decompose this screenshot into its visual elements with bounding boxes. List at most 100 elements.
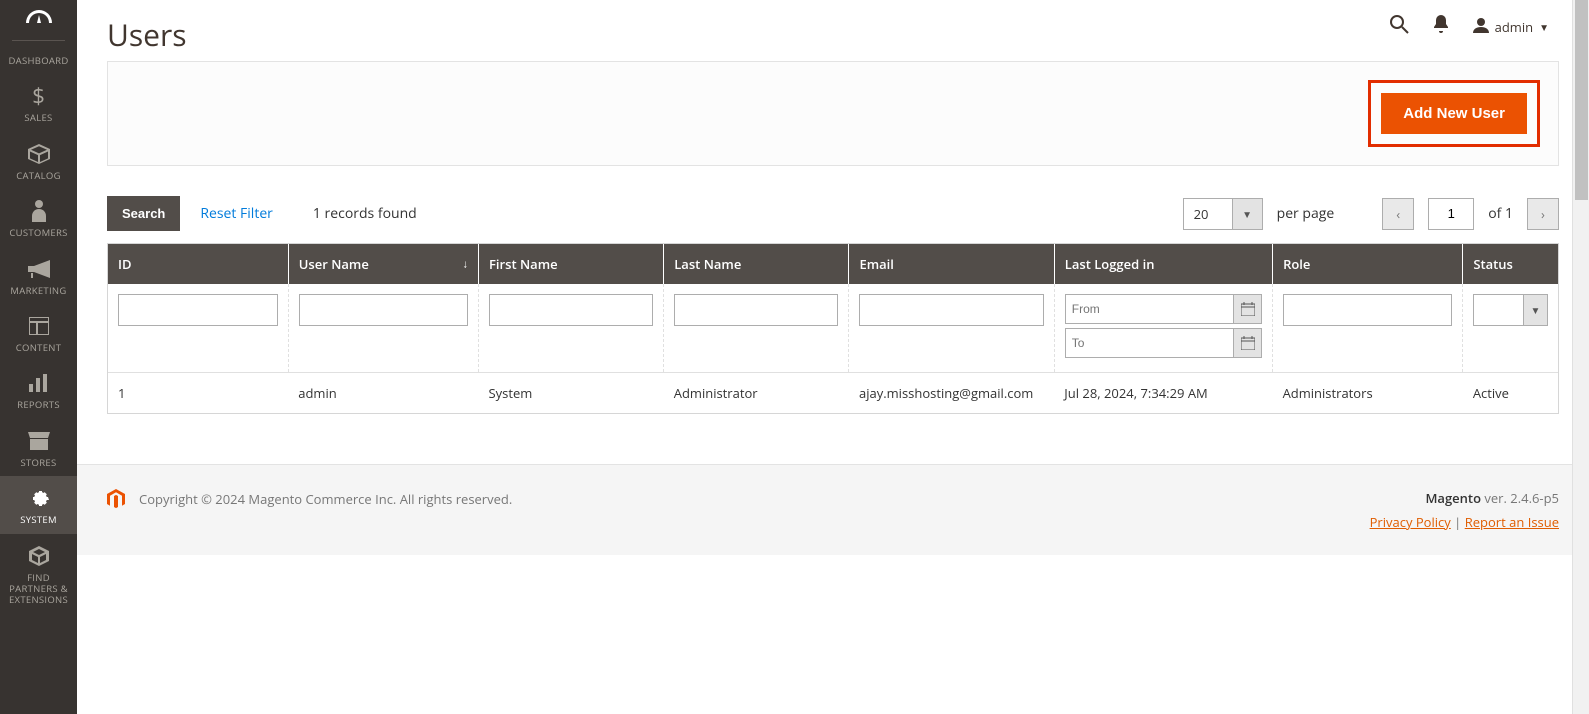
sidebar-item-marketing[interactable]: MARKETING [0,247,77,304]
sidebar-item-label: SALES [22,112,54,123]
page-header: Users admin ▼ [77,0,1589,61]
sidebar-item-catalog[interactable]: CATALOG [0,132,77,189]
sidebar-item-partners[interactable]: FIND PARTNERS & EXTENSIONS [0,534,77,614]
sidebar-item-reports[interactable]: REPORTS [0,361,77,418]
sidebar: DASHBOARD $ SALES CATALOG CUSTOMERS MARK… [0,0,77,714]
per-page-label: per page [1277,204,1335,223]
col-last-name[interactable]: Last Name [664,244,849,284]
filter-date-to-input[interactable] [1066,329,1233,357]
sidebar-item-label: SYSTEM [18,514,59,525]
filter-date-from-input[interactable] [1066,295,1233,323]
table-header-row: ID User Name↓ First Name Last Name Email… [108,244,1558,284]
sidebar-item-label: CONTENT [14,342,64,353]
cell-status: Active [1463,373,1558,414]
sidebar-item-sales[interactable]: $ SALES [0,74,77,131]
prev-page-button[interactable]: ‹ [1382,198,1414,230]
col-email[interactable]: Email [849,244,1054,284]
person-icon [32,199,46,223]
chevron-down-icon: ▼ [1523,295,1547,325]
footer: Copyright © 2024 Magento Commerce Inc. A… [77,464,1589,555]
records-found: 1 records found [313,204,417,223]
reset-filter-link[interactable]: Reset Filter [200,204,273,223]
product-name: Magento [1425,489,1481,507]
sidebar-item-system[interactable]: SYSTEM [0,476,77,533]
main: Users admin ▼ Add New User Search Rese [77,0,1589,714]
filter-status-select[interactable]: ▼ [1473,294,1548,326]
filter-email-input[interactable] [859,294,1043,326]
chevron-left-icon: ‹ [1396,205,1400,223]
box-icon [28,142,50,166]
privacy-link[interactable]: Privacy Policy [1370,513,1451,531]
action-bar: Add New User [107,61,1559,166]
cell-last: Administrator [664,373,849,414]
puzzle-icon [29,544,49,568]
chevron-right-icon: › [1541,205,1545,223]
sidebar-item-stores[interactable]: STORES [0,419,77,476]
next-page-button[interactable]: › [1527,198,1559,230]
sidebar-item-label: MARKETING [8,285,68,296]
filter-first-input[interactable] [489,294,653,326]
filter-username-input[interactable] [299,294,468,326]
filter-row: ▼ [108,284,1558,373]
sidebar-item-label: FIND PARTNERS & EXTENSIONS [0,572,77,606]
sidebar-logo[interactable] [12,0,65,41]
sidebar-item-label: STORES [19,457,59,468]
scrollbar[interactable] [1572,0,1589,714]
page-title: Users [107,14,187,55]
dollar-icon: $ [32,84,45,108]
page-of: of 1 [1488,204,1513,223]
account-label: admin [1495,18,1533,36]
sidebar-item-content[interactable]: CONTENT [0,304,77,361]
cell-role: Administrators [1273,373,1463,414]
gear-icon [29,486,49,510]
store-icon [28,429,50,453]
sidebar-item-customers[interactable]: CUSTOMERS [0,189,77,246]
calendar-icon[interactable] [1233,295,1261,323]
per-page-select[interactable]: 20 ▼ [1183,198,1263,230]
bell-icon[interactable] [1433,15,1449,39]
layout-icon [29,314,49,338]
add-user-button[interactable]: Add New User [1381,93,1527,134]
page-input[interactable] [1428,198,1474,230]
header-actions: admin ▼ [1389,14,1549,40]
cell-email: ajay.misshosting@gmail.com [849,373,1054,414]
user-icon [1473,17,1489,37]
account-menu[interactable]: admin ▼ [1473,17,1549,37]
cell-logged: Jul 28, 2024, 7:34:29 AM [1054,373,1272,414]
cell-first: System [478,373,663,414]
users-grid: ID User Name↓ First Name Last Name Email… [107,243,1559,414]
sidebar-item-label: REPORTS [15,399,62,410]
scrollbar-thumb[interactable] [1575,0,1588,200]
megaphone-icon [28,257,50,281]
sidebar-item-label: DASHBOARD [6,55,70,66]
col-first-name[interactable]: First Name [478,244,663,284]
filter-last-input[interactable] [674,294,838,326]
gauge-icon [26,6,52,30]
filter-date-from[interactable] [1065,294,1262,324]
col-id[interactable]: ID [108,244,288,284]
filter-date-to[interactable] [1065,328,1262,358]
separator: | [1451,513,1465,531]
table-row[interactable]: 1 admin System Administrator ajay.missho… [108,373,1558,414]
chevron-down-icon: ▼ [1232,199,1262,229]
sidebar-item-dashboard[interactable]: DASHBOARD [0,45,77,74]
chevron-down-icon: ▼ [1539,20,1549,34]
version: ver. 2.4.6-p5 [1481,489,1559,507]
grid-toolbar: Search Reset Filter 1 records found 20 ▼… [77,166,1589,243]
filter-id-input[interactable] [118,294,278,326]
col-status[interactable]: Status [1463,244,1558,284]
report-link[interactable]: Report an Issue [1465,513,1559,531]
sort-desc-icon: ↓ [462,257,468,272]
search-button[interactable]: Search [107,196,180,231]
col-role[interactable]: Role [1273,244,1463,284]
sidebar-item-label: CUSTOMERS [7,227,69,238]
search-icon[interactable] [1389,14,1409,40]
filter-role-input[interactable] [1283,294,1452,326]
calendar-icon[interactable] [1233,329,1261,357]
magento-logo-icon [107,489,125,509]
cell-username: admin [288,373,478,414]
col-last-logged[interactable]: Last Logged in [1054,244,1272,284]
cell-id: 1 [108,373,288,414]
col-username[interactable]: User Name↓ [288,244,478,284]
add-user-highlight: Add New User [1368,80,1540,147]
